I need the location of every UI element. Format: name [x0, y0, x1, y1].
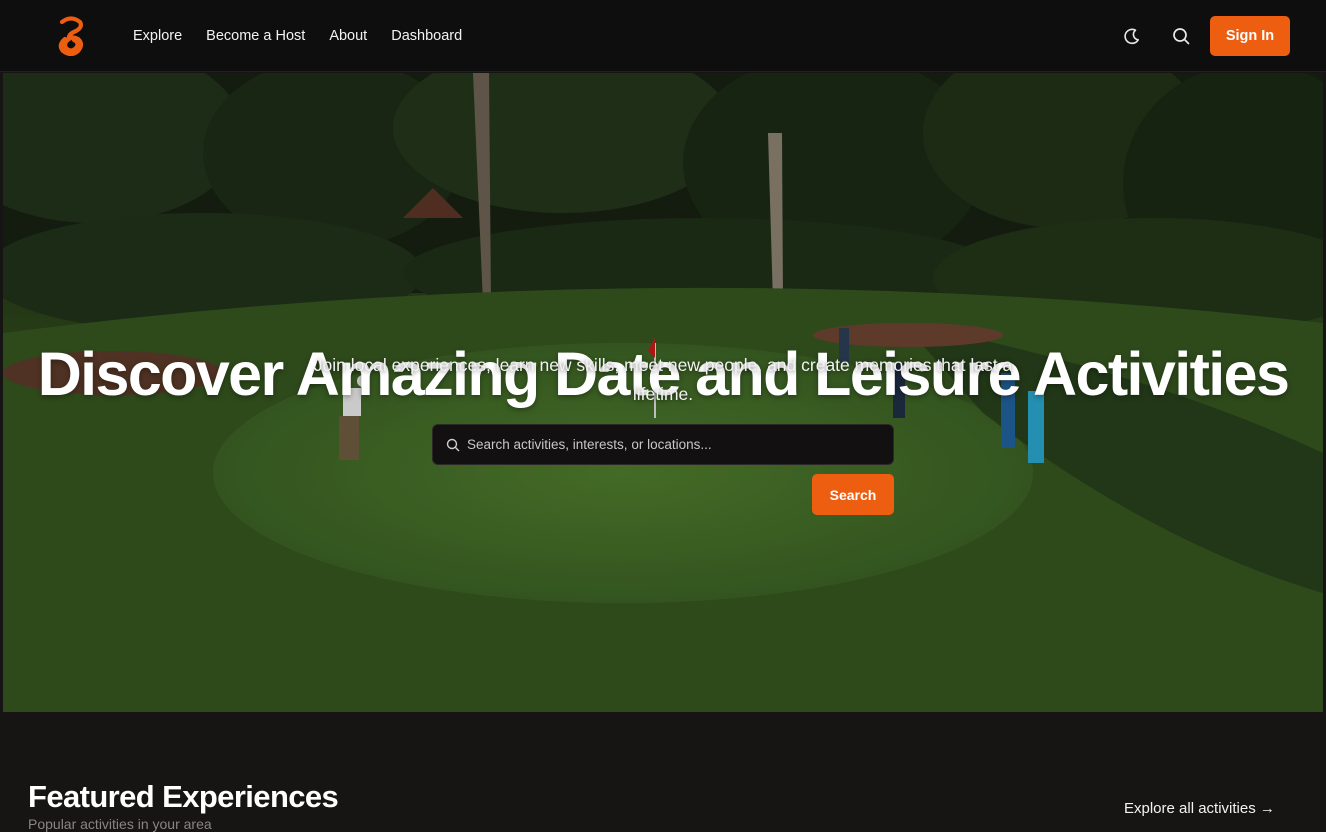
nav-link-dashboard[interactable]: Dashboard	[391, 28, 462, 44]
explore-all-link[interactable]: Explore all activities →	[1124, 800, 1275, 817]
nav-links: Explore Become a Host About Dashboard	[133, 0, 462, 72]
search-icon	[445, 437, 461, 453]
top-nav: Explore Become a Host About Dashboard Si…	[0, 0, 1326, 72]
logo-g-icon[interactable]	[56, 16, 86, 57]
hero-subtitle: Join local experiences, learn new skills…	[313, 355, 1013, 404]
featured-subtitle: Popular activities in your area	[28, 816, 212, 832]
search-button[interactable]: Search	[812, 474, 894, 515]
moon-icon[interactable]	[1120, 24, 1144, 48]
nav-link-about[interactable]: About	[329, 28, 367, 44]
search-icon[interactable]	[1169, 24, 1193, 48]
hero-search-box	[432, 424, 894, 465]
search-input[interactable]	[465, 425, 885, 464]
nav-link-explore[interactable]: Explore	[133, 28, 182, 44]
hero-section: Discover Amazing Date and Leisure Activi…	[3, 73, 1323, 712]
sign-in-button[interactable]: Sign In	[1210, 16, 1290, 56]
nav-link-become-a-host[interactable]: Become a Host	[206, 28, 305, 44]
featured-title: Featured Experiences	[28, 779, 339, 814]
